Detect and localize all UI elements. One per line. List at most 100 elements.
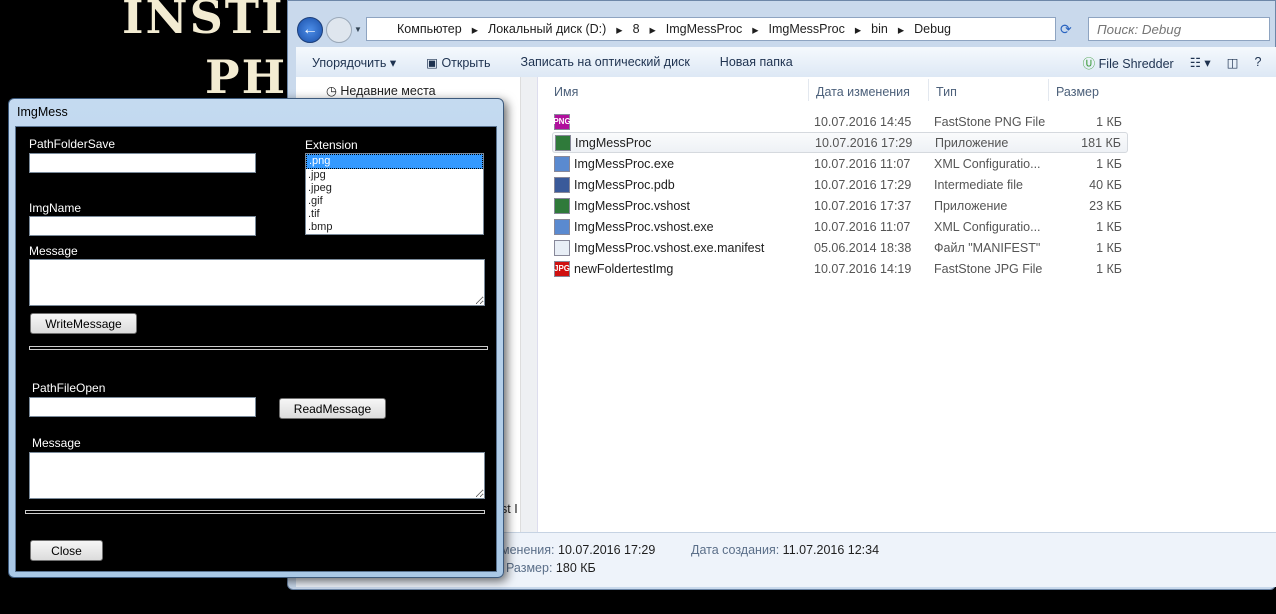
message-label: Message (29, 244, 78, 258)
file-row[interactable]: ImgMessProc 10.07.2016 17:29 Приложение … (552, 132, 1128, 153)
file-name: ImgMessProc (575, 135, 652, 150)
extension-label: Extension (305, 138, 358, 152)
file-row[interactable]: ImgMessProc.vshost.exe 10.07.2016 11:07 … (552, 216, 1128, 237)
file-size: 181 КБ (1081, 135, 1121, 150)
message-input[interactable] (29, 259, 485, 306)
path-file-open-label: PathFileOpen (32, 381, 106, 395)
file-row[interactable]: JPG newFoldertestImg 10.07.2016 14:19 Fa… (552, 258, 1128, 279)
file-size: 23 КБ (1089, 198, 1122, 213)
file-date: 10.07.2016 17:29 (814, 177, 912, 192)
nav-scrollbar[interactable] (520, 77, 537, 532)
open-button[interactable]: ▣ Открыть (426, 55, 490, 70)
column-header-name[interactable]: Имя (554, 85, 578, 99)
nav-item-recent[interactable]: ◷ Недавние места (326, 83, 436, 98)
file-row[interactable]: ImgMessProc.vshost 10.07.2016 17:37 Прил… (552, 195, 1128, 216)
file-date: 10.07.2016 11:07 (814, 156, 911, 171)
file-date: 10.07.2016 14:45 (814, 114, 912, 129)
file-type: Приложение (934, 198, 1008, 213)
file-date: 10.07.2016 14:19 (814, 261, 912, 276)
modified-value: 10.07.2016 17:29 (558, 543, 656, 557)
file-type: XML Configuratio... (934, 219, 1041, 234)
message2-output[interactable] (29, 452, 485, 499)
write-message-button[interactable]: WriteMessage (30, 313, 137, 334)
file-size: 1 КБ (1096, 240, 1122, 255)
png-file-icon: PNG (553, 113, 571, 130)
column-header-size[interactable]: Размер (1056, 85, 1099, 99)
file-type: FastStone JPG File (934, 261, 1043, 276)
organize-button[interactable]: Упорядочить ▾ (312, 55, 396, 70)
crumb[interactable]: ImgMessProc (768, 22, 844, 36)
file-size: 1 КБ (1096, 219, 1122, 234)
crumb[interactable]: Локальный диск (D:) (488, 22, 606, 36)
xml-config-icon (554, 155, 570, 172)
toolbar: Упорядочить ▾ ▣ Открыть Записать на опти… (296, 47, 1276, 77)
img-name-input[interactable] (29, 216, 256, 236)
crumb[interactable]: 8 (633, 22, 640, 36)
read-message-button[interactable]: ReadMessage (279, 398, 386, 419)
file-size: 40 КБ (1089, 177, 1122, 192)
file-icon (554, 239, 570, 256)
file-row[interactable]: ImgMessProc.pdb 10.07.2016 17:29 Interme… (552, 174, 1128, 195)
imgmess-dialog: ImgMess PathFolderSave Extension .png .j… (8, 98, 504, 578)
file-row[interactable]: PNG 10.07.2016 14:45 FastStone PNG File … (552, 111, 1128, 132)
new-folder-button[interactable]: Новая папка (720, 55, 793, 69)
view-options-icon[interactable]: ☷ ▾ (1190, 55, 1211, 70)
file-shredder-button[interactable]: Ⓤ File Shredder (1083, 53, 1174, 72)
crumb[interactable]: ImgMessProc (666, 22, 742, 36)
file-name: ImgMessProc.vshost (574, 198, 691, 213)
extension-option[interactable]: .gif (306, 195, 483, 208)
close-button[interactable]: Close (30, 540, 103, 561)
file-date: 05.06.2014 18:38 (814, 240, 912, 255)
background-text: PH (205, 50, 288, 104)
background-text: INSTI (122, 0, 285, 44)
crumb[interactable]: Компьютер (397, 22, 462, 36)
path-folder-save-input[interactable] (29, 153, 256, 173)
file-name: newFoldertestImg (574, 261, 674, 276)
file-date: 10.07.2016 11:07 (814, 219, 911, 234)
file-name: ImgMessProc.exe (574, 156, 675, 171)
separator (25, 510, 485, 514)
file-name: ImgMessProc.pdb (574, 177, 675, 192)
crumb[interactable]: Debug (914, 22, 951, 36)
history-dropdown-icon[interactable]: ▼ (354, 25, 362, 34)
file-type: Файл "MANIFEST" (934, 240, 1041, 255)
file-row[interactable]: ImgMessProc.exe 10.07.2016 11:07 XML Con… (552, 153, 1128, 174)
file-size: 1 КБ (1096, 114, 1122, 129)
preview-pane-icon[interactable]: ◫ (1227, 55, 1239, 70)
burn-button[interactable]: Записать на оптический диск (521, 55, 690, 69)
extension-option[interactable]: .png (306, 154, 483, 169)
xml-config-icon (554, 218, 570, 235)
refresh-icon[interactable]: ⟳ (1060, 21, 1072, 38)
size-value: 180 КБ (555, 561, 596, 575)
extension-option[interactable]: .bmp (306, 221, 483, 234)
file-name: ImgMessProc.vshost.exe (574, 219, 714, 234)
help-icon[interactable]: ? (1254, 55, 1261, 69)
extension-option[interactable]: .jpeg (306, 182, 483, 195)
path-folder-save-label: PathFolderSave (29, 137, 116, 151)
search-input[interactable] (1088, 17, 1270, 41)
crumb[interactable]: bin (871, 22, 888, 36)
file-size: 1 КБ (1096, 156, 1122, 171)
separator (29, 346, 488, 350)
back-button[interactable]: ← (297, 17, 323, 43)
file-row[interactable]: ImgMessProc.vshost.exe.manifest 05.06.20… (552, 237, 1128, 258)
extension-option[interactable]: .jpg (306, 169, 483, 182)
forward-button[interactable] (326, 17, 352, 43)
file-type: Приложение (935, 135, 1009, 150)
file-type: Intermediate file (934, 177, 1023, 192)
column-header-type[interactable]: Тип (936, 85, 957, 99)
column-header-date[interactable]: Дата изменения (816, 85, 910, 99)
address-bar[interactable]: Компьютер ▸ Локальный диск (D:) ▸ 8 ▸ ImgMe… (366, 17, 1056, 41)
application-icon (555, 134, 571, 151)
file-size: 1 КБ (1096, 261, 1122, 276)
img-name-label: ImgName (29, 201, 82, 215)
created-value: 11.07.2016 12:34 (782, 543, 880, 557)
dialog-title: ImgMess (17, 105, 68, 119)
extension-listbox[interactable]: .png .jpg .jpeg .gif .tif .bmp (305, 153, 484, 235)
file-list: Имя Дата изменения Тип Размер PNG 10.07.… (538, 77, 1276, 532)
extension-option[interactable]: .tif (306, 208, 483, 221)
pdb-file-icon (554, 176, 570, 193)
jpg-file-icon: JPG (554, 260, 570, 277)
path-file-open-input[interactable] (29, 397, 256, 417)
file-name: ImgMessProc.vshost.exe.manifest (574, 240, 765, 255)
